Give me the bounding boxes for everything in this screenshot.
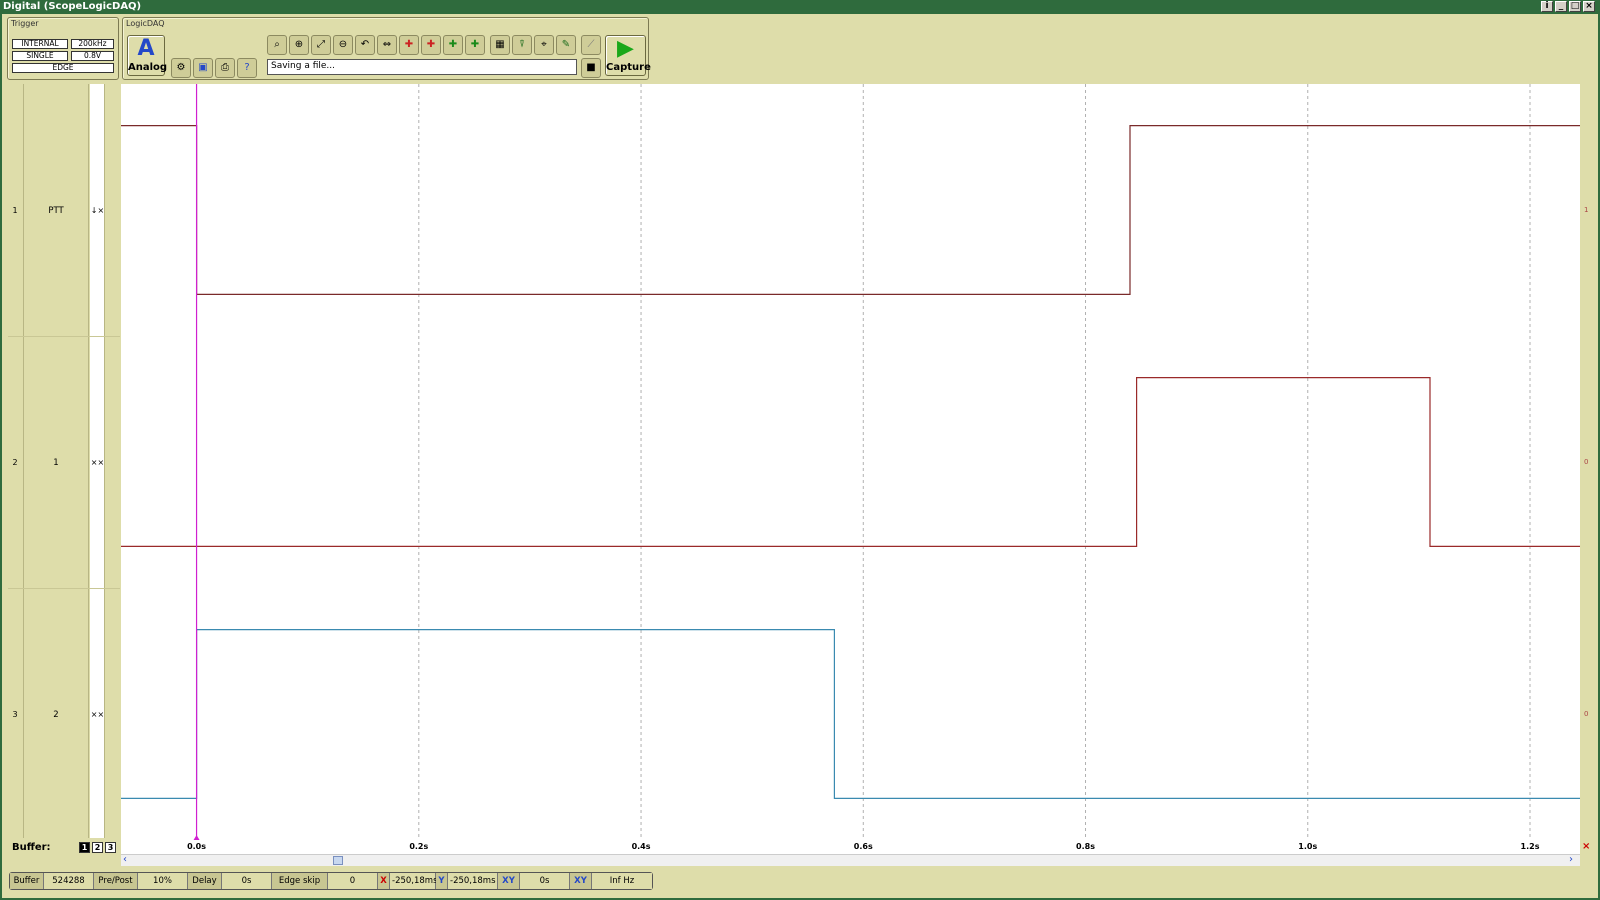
channel-1-level: 1 (1584, 206, 1589, 214)
zoom-in-icon[interactable]: ⊕ (289, 35, 309, 55)
marker-x-icon[interactable]: ✚ (399, 35, 419, 55)
channel-number: 1 (12, 206, 18, 215)
grid-icon[interactable]: ▦ (490, 35, 510, 55)
scroll-right-icon[interactable]: › (1569, 854, 1573, 865)
waveform-2 (121, 628, 1580, 800)
waveform-1 (121, 377, 1580, 547)
logicdaq-panel: LogicDAQ A Analog ⌕ ⊕ ⤢ ⊖ ↶ ⇔ ✚ ✚ ✚ ✚ ▦ … (122, 17, 651, 80)
scroll-thumb[interactable] (333, 856, 343, 865)
analog-button[interactable]: A Analog (127, 35, 168, 76)
play-icon: ▶ (617, 36, 634, 61)
prepost-label: Pre/Post (94, 873, 138, 889)
channel-number: 2 (12, 458, 18, 467)
status-field: Saving a file... (267, 59, 577, 75)
measure-icon[interactable]: ⍒ (512, 35, 532, 55)
cursor-x-value: -250,18ms (390, 873, 438, 889)
x-axis: 0.0s 0.2s 0.4s 0.6s 0.8s 1.0s 1.2s (121, 840, 1580, 854)
trigger-panel-title: Trigger (11, 19, 39, 28)
marker-clear-icon[interactable]: ✚ (465, 35, 485, 55)
prepost-value[interactable]: 10% (138, 873, 188, 889)
pen-icon[interactable]: ✎ (556, 35, 576, 55)
stop-icon[interactable]: ■ (581, 58, 601, 78)
trigger-type[interactable]: EDGE (12, 63, 114, 73)
zoom-out-icon[interactable]: ⊖ (333, 35, 353, 55)
cursor-x-label: X (378, 873, 390, 889)
x-tick-label: 1.2s (1520, 842, 1540, 851)
buffer-option-1[interactable]: 1 (79, 842, 90, 853)
waveform-plot[interactable] (121, 84, 1580, 840)
edgeskip-label: Edge skip (272, 873, 328, 889)
scroll-left-icon[interactable]: ‹ (123, 854, 127, 865)
save-icon[interactable]: ▣ (193, 58, 213, 78)
channel-row-3[interactable]: 3 2 ×× (0, 589, 120, 838)
cursor-y-value: -250,18ms (448, 873, 498, 889)
measurement-bar: Buffer 524288 Pre/Post 10% Delay 0s Edge… (9, 872, 653, 890)
analog-icon: A (137, 36, 155, 61)
settings-icon[interactable]: ⚙ (171, 58, 191, 78)
trigger-rate[interactable]: 200kHz (71, 39, 114, 49)
close-plot-icon[interactable]: × (1582, 841, 1590, 852)
delay-value[interactable]: 0s (222, 873, 272, 889)
waveform-svg (121, 84, 1580, 840)
minimize-button[interactable]: _ (1555, 1, 1567, 12)
buffer-label: Buffer: (12, 842, 51, 853)
cursor-icon[interactable]: ⌖ (534, 35, 554, 55)
close-button[interactable]: × (1583, 1, 1595, 12)
channel-2-level: 0 (1584, 458, 1589, 466)
x-tick-label: 0.0s (187, 842, 207, 851)
x-tick-label: 1.0s (1298, 842, 1318, 851)
window-title: Digital (ScopeLogicDAQ) (0, 0, 1600, 14)
analog-label: Analog (128, 62, 168, 73)
channel-name[interactable]: 1 (23, 458, 89, 468)
buffer-option-2[interactable]: 2 (92, 842, 103, 853)
channel-name[interactable]: 2 (23, 710, 89, 720)
delta-xy-label: XY (498, 873, 520, 889)
buffer-size-label: Buffer (10, 873, 44, 889)
edgeskip-value[interactable]: 0 (328, 873, 378, 889)
trigger-mode[interactable]: SINGLE (12, 51, 68, 61)
channel-3-level: 0 (1584, 710, 1589, 718)
marker-y-icon[interactable]: ✚ (421, 35, 441, 55)
frequency-value: Inf Hz (592, 873, 652, 889)
probe-icon[interactable]: ⟋ (581, 35, 601, 55)
freq-xy-label: XY (570, 873, 592, 889)
maximize-button[interactable]: □ (1569, 1, 1581, 12)
buffer-option-3[interactable]: 3 (105, 842, 116, 853)
zoom-range-icon[interactable]: ⇔ (377, 35, 397, 55)
trigger-panel: Trigger INTERNAL 200kHz SINGLE 0.8V EDGE (7, 17, 119, 80)
print-icon[interactable]: ⎙ (215, 58, 235, 78)
channel-controls[interactable]: ×× (90, 458, 105, 467)
info-icon[interactable]: i (1541, 1, 1553, 12)
trigger-level[interactable]: 0.8V (71, 51, 114, 61)
channel-row-1[interactable]: 1 PTT ↓× (0, 84, 120, 336)
delta-xy-value: 0s (520, 873, 570, 889)
delay-label: Delay (188, 873, 222, 889)
cursor-y-label: Y (436, 873, 448, 889)
channel-controls[interactable]: ↓× (90, 206, 105, 215)
x-tick-label: 0.6s (853, 842, 873, 851)
marker-move-icon[interactable]: ✚ (443, 35, 463, 55)
capture-label: Capture (606, 62, 651, 73)
logicdaq-panel-title: LogicDAQ (126, 19, 165, 28)
x-tick-label: 0.2s (409, 842, 429, 851)
zoom-x-icon[interactable]: ⤢ (311, 35, 331, 55)
buffer-size-value[interactable]: 524288 (44, 873, 94, 889)
waveform-ptt (121, 124, 1580, 295)
capture-button[interactable]: ▶ Capture (605, 35, 651, 76)
trigger-source[interactable]: INTERNAL (12, 39, 68, 49)
help-icon[interactable]: ? (237, 58, 257, 78)
zoom-prev-icon[interactable]: ↶ (355, 35, 375, 55)
horizontal-scrollbar[interactable]: ‹ › (121, 854, 1580, 866)
channel-name[interactable]: PTT (23, 206, 89, 216)
channel-row-2[interactable]: 2 1 ×× (0, 337, 120, 588)
channel-controls[interactable]: ×× (90, 710, 105, 719)
x-tick-label: 0.8s (1076, 842, 1095, 851)
channel-number: 3 (12, 710, 18, 719)
zoom-fit-icon[interactable]: ⌕ (267, 35, 287, 55)
x-tick-label: 0.4s (631, 842, 651, 851)
